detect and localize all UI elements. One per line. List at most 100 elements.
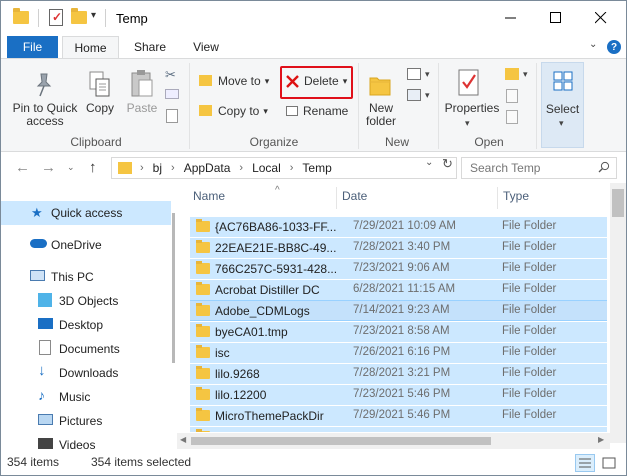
address-bar[interactable]: › bj › AppData › Local › Temp (111, 157, 457, 179)
back-arrow-icon[interactable]: ← (15, 159, 30, 176)
breadcrumb-appdata[interactable]: AppData (184, 161, 231, 175)
search-placeholder: Search Temp (470, 161, 541, 175)
copy-button[interactable]: Copy (83, 102, 117, 115)
vertical-scrollbar[interactable] (610, 183, 626, 443)
file-type: File Folder (502, 346, 557, 358)
file-type: File Folder (502, 262, 557, 274)
title-bar: ✓ ▾ Temp (1, 1, 626, 35)
column-header-name[interactable]: Name ^ (193, 185, 280, 203)
toolbar-divider (105, 9, 106, 27)
pin-to-quick-access-button[interactable]: Pin to Quick access (9, 102, 81, 128)
nav-item-onedrive[interactable]: OneDrive (1, 233, 171, 257)
copy-to-button[interactable]: Copy to ▾ (199, 104, 268, 118)
file-type: File Folder (502, 220, 557, 232)
easy-access-icon[interactable] (407, 89, 421, 101)
horizontal-scrollbar[interactable]: ◀ ▶ (177, 433, 610, 449)
details-view-button[interactable] (575, 454, 595, 472)
address-dropdown-icon[interactable]: ⌄ (425, 157, 433, 168)
table-row[interactable]: Adobe_CDMLogs 7/14/2021 9:23 AM File Fol… (190, 300, 607, 321)
column-header-date[interactable]: Date (342, 189, 367, 203)
select-label: Select (545, 102, 580, 116)
table-row[interactable] (190, 426, 607, 432)
customize-quick-access-icon[interactable]: ▾ (91, 10, 96, 21)
nav-item-this-pc[interactable]: This PC (1, 265, 171, 289)
chevron-down-icon[interactable]: ⌄ (589, 39, 597, 50)
copy-to-icon (199, 105, 212, 116)
paste-button[interactable]: Paste (123, 102, 161, 115)
tab-share[interactable]: Share (129, 36, 171, 58)
close-button[interactable] (578, 1, 623, 35)
organize-group-label: Organize (249, 135, 299, 149)
table-row[interactable]: MicroThemePackDir 7/29/2021 5:46 PM File… (190, 405, 607, 426)
new-folder-button[interactable]: New folder (361, 102, 401, 128)
table-row[interactable]: Acrobat Distiller DC 6/28/2021 11:15 AM … (190, 279, 607, 300)
file-date: 7/29/2021 10:09 AM (353, 220, 456, 232)
rename-button[interactable]: Rename (286, 104, 348, 118)
search-input[interactable]: Search Temp (461, 157, 617, 179)
column-divider[interactable] (497, 187, 498, 209)
delete-button[interactable]: Delete ▾ (286, 74, 347, 88)
column-header-type[interactable]: Type (503, 189, 529, 203)
breadcrumb-temp[interactable]: Temp (302, 161, 331, 175)
table-row[interactable]: lilo.9268 7/28/2021 3:21 PM File Folder (190, 363, 607, 384)
large-icons-view-button[interactable] (599, 454, 619, 472)
navigation-pane: ★ Quick access OneDrive This PC 3D Objec… (1, 183, 171, 451)
breadcrumb-local[interactable]: Local (252, 161, 281, 175)
nav-item-3d-objects[interactable]: 3D Objects (1, 289, 171, 313)
table-row[interactable]: lilo.12200 7/23/2021 5:46 PM File Folder (190, 384, 607, 405)
maximize-button[interactable] (533, 1, 578, 35)
file-list: Name ^ Date Type {AC76BA86-1033-FF... 7/… (177, 183, 626, 451)
select-button[interactable]: Select ▾ (541, 62, 584, 148)
maximize-icon (549, 12, 561, 23)
scroll-right-icon[interactable]: ▶ (598, 435, 604, 444)
tab-home[interactable]: Home (62, 36, 119, 58)
recent-locations-icon[interactable]: ⌄ (67, 162, 75, 173)
scroll-thumb[interactable] (191, 437, 491, 445)
table-row[interactable]: byeCA01.tmp 7/23/2021 8:58 AM File Folde… (190, 321, 607, 342)
minimize-button[interactable] (488, 1, 533, 35)
folder-icon (196, 240, 210, 253)
refresh-icon[interactable]: ↻ (442, 156, 453, 172)
nav-item-videos[interactable]: Videos (1, 433, 171, 451)
history-icon[interactable] (506, 110, 518, 124)
ribbon-divider (189, 63, 190, 149)
table-row[interactable]: isc 7/26/2021 6:16 PM File Folder (190, 342, 607, 363)
column-divider[interactable] (336, 187, 337, 209)
help-icon[interactable]: ? (607, 40, 621, 54)
desktop-icon (38, 318, 53, 329)
nav-item-downloads[interactable]: ↓ Downloads (1, 361, 171, 385)
forward-arrow-icon[interactable]: → (41, 159, 56, 176)
nav-item-desktop[interactable]: Desktop (1, 313, 171, 337)
cut-icon[interactable]: ✂ (165, 67, 176, 83)
open-icon[interactable] (505, 68, 519, 80)
move-to-icon (199, 75, 212, 86)
move-to-button[interactable]: Move to ▾ (199, 74, 269, 88)
nav-item-pictures[interactable]: Pictures (1, 409, 171, 433)
large-icons-view-icon (602, 457, 616, 469)
up-arrow-icon[interactable]: ↑ (89, 159, 97, 176)
status-bar: 354 items 354 items selected (1, 451, 626, 475)
copy-path-icon[interactable] (165, 89, 179, 99)
table-row[interactable]: 22EAE21E-BB8C-49... 7/28/2021 3:40 PM Fi… (190, 237, 607, 258)
nav-pane-scrollbar[interactable] (172, 213, 175, 363)
new-folder-quick-icon[interactable] (71, 8, 87, 24)
paste-shortcut-icon[interactable] (166, 109, 178, 123)
edit-icon[interactable] (506, 89, 518, 103)
music-icon: ♪ (38, 387, 45, 403)
scroll-left-icon[interactable]: ◀ (180, 435, 186, 444)
folder-icon (196, 345, 210, 358)
scroll-thumb[interactable] (612, 189, 624, 217)
table-row[interactable]: 766C257C-5931-428... 7/23/2021 9:06 AM F… (190, 258, 607, 279)
properties-quick-icon[interactable]: ✓ (49, 9, 63, 26)
breadcrumb-bj[interactable]: bj (153, 161, 162, 175)
nav-item-quick-access[interactable]: ★ Quick access (1, 201, 171, 225)
copy-icon (89, 71, 110, 97)
properties-button[interactable]: Properties (443, 102, 501, 115)
new-item-icon[interactable] (407, 68, 421, 80)
tab-view[interactable]: View (185, 36, 227, 58)
nav-item-music[interactable]: ♪ Music (1, 385, 171, 409)
chevron-down-icon: ▾ (264, 76, 270, 86)
table-row[interactable]: {AC76BA86-1033-FF... 7/29/2021 10:09 AM … (190, 216, 607, 237)
nav-item-documents[interactable]: Documents (1, 337, 171, 361)
tab-file[interactable]: File (7, 36, 58, 58)
